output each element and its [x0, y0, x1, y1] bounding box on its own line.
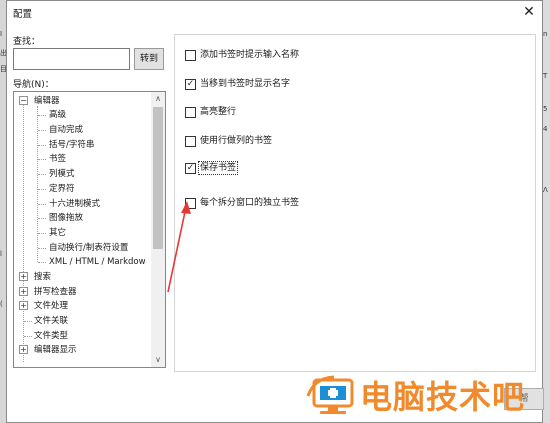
arrow-shaft: [167, 206, 187, 293]
arrow-head: [181, 201, 191, 214]
annotation-arrow: [167, 201, 191, 293]
